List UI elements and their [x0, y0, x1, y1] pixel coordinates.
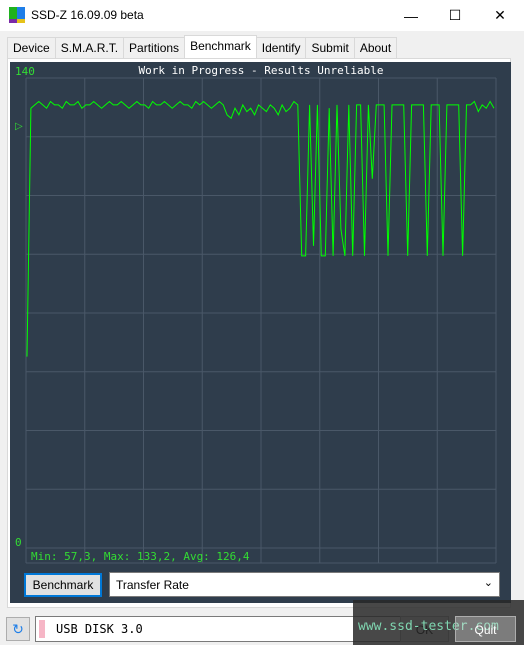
quit-button[interactable]: Quit — [455, 616, 516, 642]
benchmark-chart: Work in Progress - Results Unreliable 14… — [15, 64, 497, 564]
mode-select-value: Transfer Rate — [116, 578, 189, 592]
drive-color-marker — [39, 620, 45, 638]
status-bar: ↻ USB DISK 3.0 OK www.ssd-tester.com Qui… — [0, 600, 524, 645]
refresh-icon: ↻ — [12, 620, 24, 637]
chart-stats: Min: 57,3, Max: 133,2, Avg: 126,4 — [31, 550, 250, 563]
mode-select[interactable]: Transfer Rate ⌄ — [109, 572, 500, 597]
chevron-down-icon: ⌄ — [483, 577, 493, 589]
benchmark-button[interactable]: Benchmark — [24, 573, 102, 597]
quit-button-label: Quit — [474, 623, 497, 637]
y-tick-min: 0 — [15, 536, 22, 549]
chart-title: Work in Progress - Results Unreliable — [138, 64, 383, 77]
marker-arrow-icon: ▷ — [15, 121, 23, 132]
refresh-button[interactable]: ↻ — [6, 617, 30, 641]
drive-name: USB DISK 3.0 — [56, 622, 143, 636]
y-tick-max: 140 — [15, 65, 35, 78]
